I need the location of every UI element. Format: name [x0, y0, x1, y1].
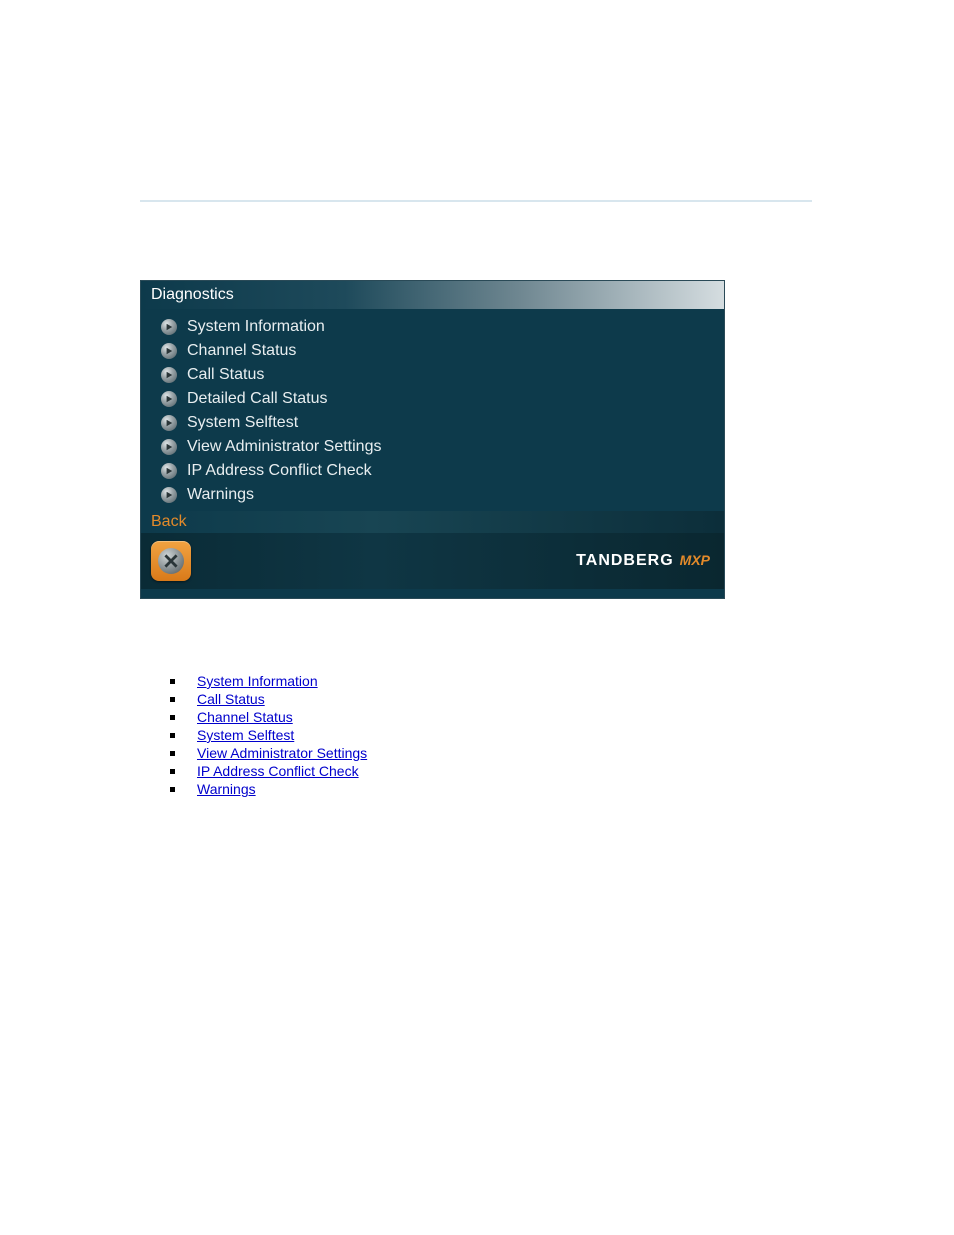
play-icon — [161, 343, 177, 359]
list-item: View Administrator Settings — [170, 744, 367, 762]
panel-title: Diagnostics — [151, 286, 234, 304]
link-warnings[interactable]: Warnings — [197, 781, 256, 797]
square-bullet-icon — [170, 733, 175, 738]
menu-item-label: View Administrator Settings — [187, 438, 381, 456]
back-label: Back — [151, 513, 187, 530]
list-item: IP Address Conflict Check — [170, 762, 367, 780]
play-icon — [161, 319, 177, 335]
play-icon — [161, 391, 177, 407]
play-icon — [161, 487, 177, 503]
menu-item-label: IP Address Conflict Check — [187, 462, 372, 480]
link-ip-conflict-check[interactable]: IP Address Conflict Check — [197, 763, 359, 779]
menu-item-label: Warnings — [187, 486, 254, 504]
menu-item-ip-conflict-check[interactable]: IP Address Conflict Check — [161, 459, 714, 483]
back-label-row: Back — [141, 511, 724, 533]
play-icon — [161, 439, 177, 455]
document-links-list: System Information Call Status Channel S… — [170, 672, 367, 798]
square-bullet-icon — [170, 697, 175, 702]
link-system-information[interactable]: System Information — [197, 673, 318, 689]
panel-footer: TANDBERG MXP — [141, 533, 724, 589]
square-bullet-icon — [170, 751, 175, 756]
link-call-status[interactable]: Call Status — [197, 691, 265, 707]
document-page: Diagnostics System Information Channel S… — [0, 0, 954, 1235]
panel-title-bar: Diagnostics — [141, 281, 724, 309]
menu-item-label: Channel Status — [187, 342, 296, 360]
menu-item-call-status[interactable]: Call Status — [161, 363, 714, 387]
brand-main-text: TANDBERG — [576, 552, 673, 570]
horizontal-rule — [140, 200, 812, 202]
brand-logo: TANDBERG MXP — [576, 552, 710, 570]
menu-item-system-selftest[interactable]: System Selftest — [161, 411, 714, 435]
menu-item-system-information[interactable]: System Information — [161, 315, 714, 339]
close-icon — [158, 548, 184, 574]
list-item: Channel Status — [170, 708, 367, 726]
menu-item-channel-status[interactable]: Channel Status — [161, 339, 714, 363]
menu-item-view-admin-settings[interactable]: View Administrator Settings — [161, 435, 714, 459]
link-channel-status[interactable]: Channel Status — [197, 709, 293, 725]
back-button[interactable] — [151, 541, 191, 581]
menu-item-detailed-call-status[interactable]: Detailed Call Status — [161, 387, 714, 411]
menu-item-warnings[interactable]: Warnings — [161, 483, 714, 507]
play-icon — [161, 367, 177, 383]
list-item: System Information — [170, 672, 367, 690]
link-view-admin-settings[interactable]: View Administrator Settings — [197, 745, 367, 761]
list-item: Call Status — [170, 690, 367, 708]
menu-list: System Information Channel Status Call S… — [141, 309, 724, 511]
menu-item-label: System Information — [187, 318, 325, 336]
square-bullet-icon — [170, 787, 175, 792]
menu-item-label: Detailed Call Status — [187, 390, 328, 408]
menu-item-label: Call Status — [187, 366, 264, 384]
square-bullet-icon — [170, 715, 175, 720]
play-icon — [161, 415, 177, 431]
square-bullet-icon — [170, 679, 175, 684]
list-item: System Selftest — [170, 726, 367, 744]
diagnostics-panel: Diagnostics System Information Channel S… — [140, 280, 725, 599]
link-system-selftest[interactable]: System Selftest — [197, 727, 294, 743]
list-item: Warnings — [170, 780, 367, 798]
square-bullet-icon — [170, 769, 175, 774]
play-icon — [161, 463, 177, 479]
brand-sub-text: MXP — [680, 552, 710, 568]
menu-item-label: System Selftest — [187, 414, 298, 432]
